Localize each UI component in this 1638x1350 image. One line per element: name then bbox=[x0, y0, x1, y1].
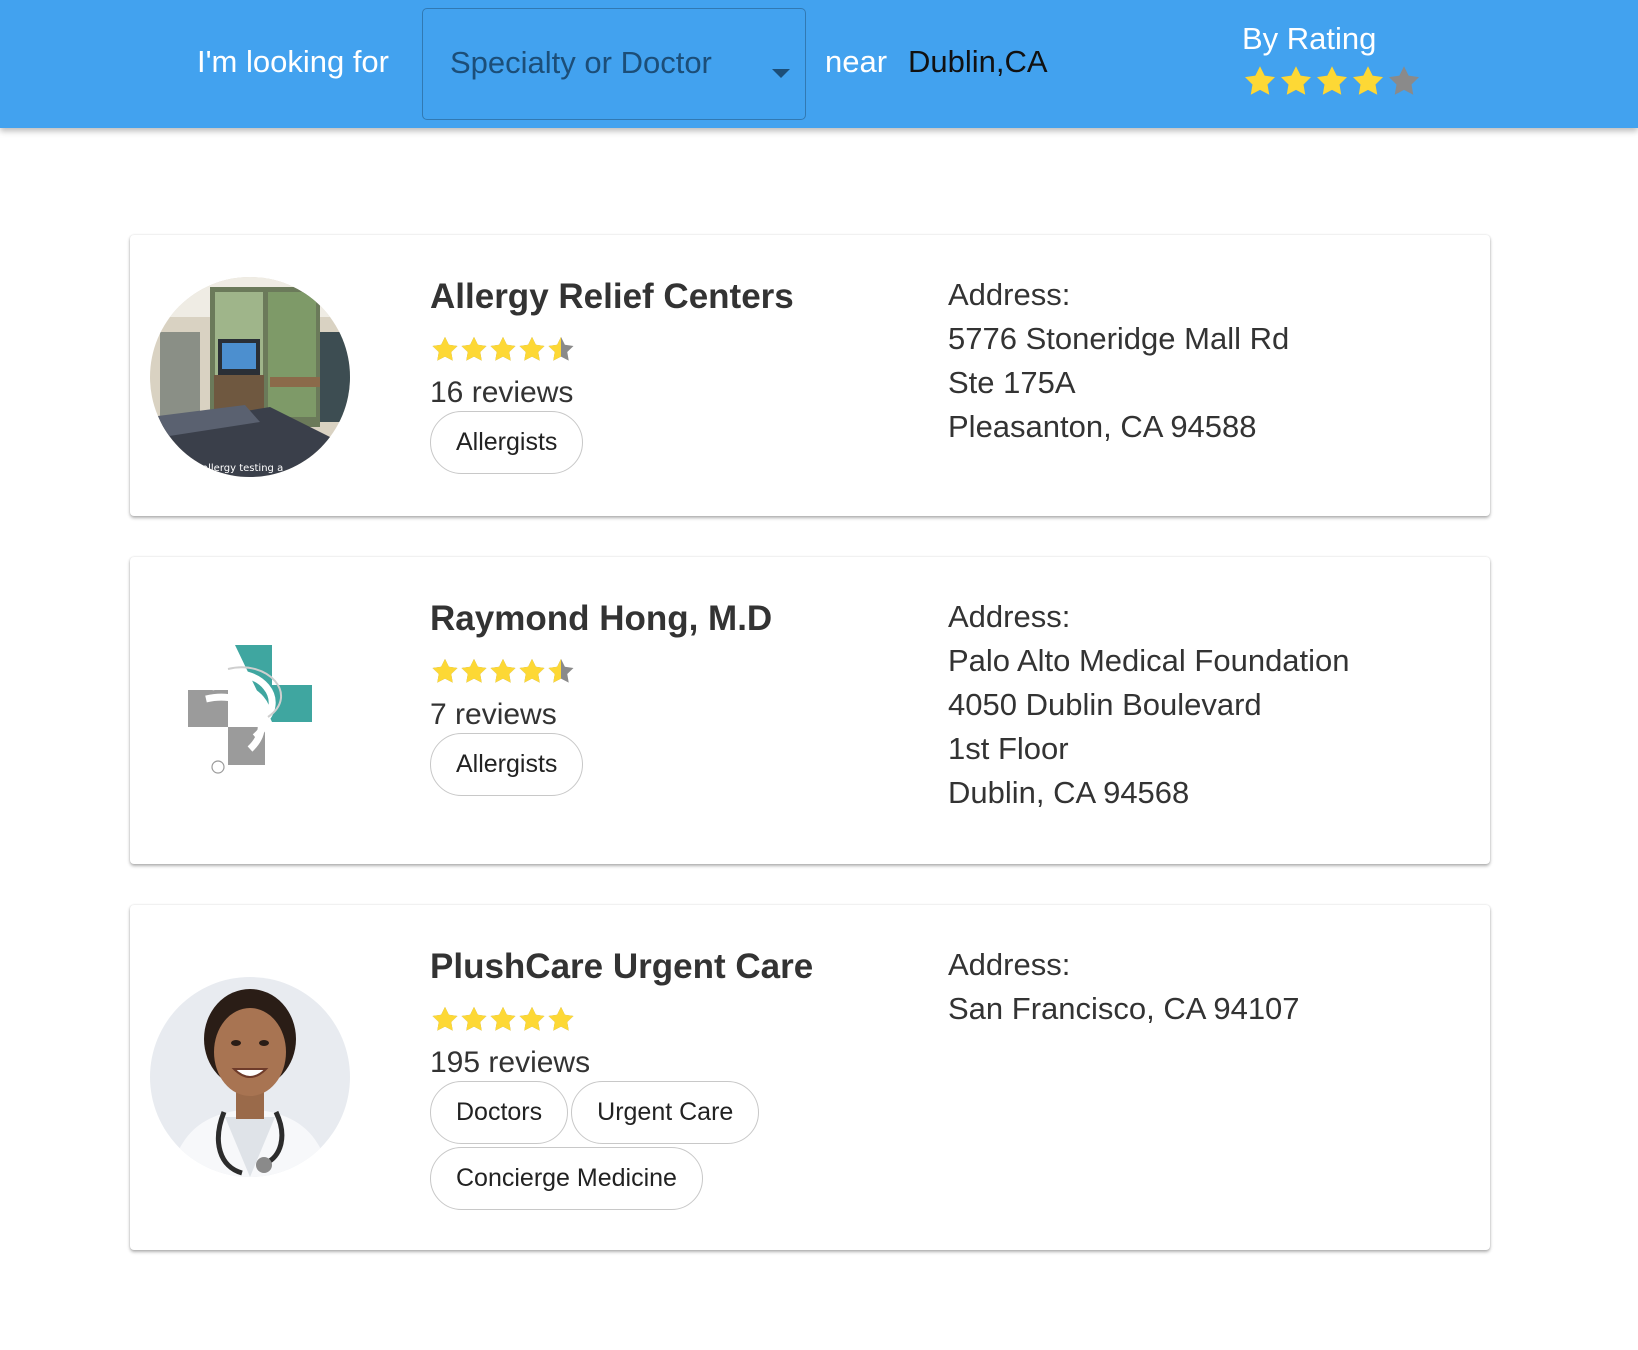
near-label: near bbox=[825, 44, 888, 79]
tag-chip[interactable]: Doctors bbox=[430, 1081, 569, 1144]
specialty-select[interactable]: Specialty or Doctor bbox=[422, 8, 806, 120]
address-block: Address: Palo Alto Medical Foundation 40… bbox=[948, 595, 1350, 815]
address-line: San Francisco, CA 94107 bbox=[948, 991, 1300, 1026]
photo-caption: allergy testing a bbox=[202, 463, 283, 474]
tag-chip[interactable]: Allergists bbox=[430, 733, 584, 796]
star-icon bbox=[459, 657, 488, 687]
result-rating-stars bbox=[430, 657, 575, 691]
tag-list: Doctors Urgent Care Concierge Medicine bbox=[430, 1081, 850, 1210]
review-count[interactable]: 7 reviews bbox=[430, 698, 557, 732]
star-icon bbox=[546, 657, 575, 687]
star-icon bbox=[1350, 64, 1386, 100]
star-icon bbox=[517, 335, 546, 365]
address-label: Address: bbox=[948, 277, 1071, 312]
star-icon bbox=[546, 335, 575, 365]
result-card[interactable]: Raymond Hong, M.D 7 reviews Allergists A… bbox=[130, 557, 1490, 864]
address-line: 5776 Stoneridge Mall Rd bbox=[948, 321, 1290, 356]
tag-chip[interactable]: Urgent Care bbox=[571, 1081, 760, 1144]
star-icon bbox=[546, 1005, 575, 1035]
star-icon bbox=[1242, 64, 1278, 100]
search-header: I'm looking for Specialty or Doctor near… bbox=[0, 0, 1638, 128]
address-line: 4050 Dublin Boulevard bbox=[948, 687, 1262, 722]
address-label: Address: bbox=[948, 947, 1071, 982]
star-icon bbox=[430, 335, 459, 365]
tag-list: Allergists bbox=[430, 411, 850, 474]
star-icon bbox=[459, 1005, 488, 1035]
result-card[interactable]: allergy testing a Allergy Relief Centers… bbox=[130, 235, 1490, 516]
sutter-health-logo bbox=[150, 605, 350, 805]
result-rating-stars bbox=[430, 1005, 575, 1039]
result-rating-stars bbox=[430, 335, 575, 369]
tag-list: Allergists bbox=[430, 733, 850, 796]
tag-chip[interactable]: Allergists bbox=[430, 411, 584, 474]
star-icon bbox=[1314, 64, 1350, 100]
address-line: Dublin, CA 94568 bbox=[948, 775, 1190, 810]
star-icon bbox=[488, 1005, 517, 1035]
star-icon bbox=[517, 1005, 546, 1035]
chevron-down-icon bbox=[772, 69, 790, 78]
result-name[interactable]: Raymond Hong, M.D bbox=[430, 599, 772, 639]
address-block: Address: 5776 Stoneridge Mall Rd Ste 175… bbox=[948, 273, 1289, 449]
address-block: Address: San Francisco, CA 94107 bbox=[948, 943, 1300, 1031]
clinic-room-photo: allergy testing a bbox=[150, 277, 350, 477]
star-icon bbox=[459, 335, 488, 365]
star-icon bbox=[488, 657, 517, 687]
star-icon bbox=[430, 657, 459, 687]
address-label: Address: bbox=[948, 599, 1071, 634]
looking-for-label: I'm looking for bbox=[197, 44, 389, 79]
address-line: Palo Alto Medical Foundation bbox=[948, 643, 1350, 678]
doctor-portrait-photo bbox=[150, 977, 350, 1177]
by-rating-label: By Rating bbox=[1242, 21, 1377, 56]
star-icon bbox=[488, 335, 517, 365]
review-count[interactable]: 195 reviews bbox=[430, 1046, 590, 1080]
star-icon bbox=[430, 1005, 459, 1035]
review-count[interactable]: 16 reviews bbox=[430, 376, 573, 410]
result-card[interactable]: PlushCare Urgent Care 195 reviews Doctor… bbox=[130, 905, 1490, 1250]
star-icon bbox=[1386, 64, 1422, 100]
address-line: Pleasanton, CA 94588 bbox=[948, 409, 1257, 444]
location-value[interactable]: Dublin,CA bbox=[908, 44, 1048, 80]
address-line: 1st Floor bbox=[948, 731, 1069, 766]
result-name[interactable]: PlushCare Urgent Care bbox=[430, 947, 813, 987]
address-line: Ste 175A bbox=[948, 365, 1076, 400]
rating-filter-stars[interactable] bbox=[1242, 64, 1422, 102]
star-icon bbox=[1278, 64, 1314, 100]
specialty-select-value: Specialty or Doctor bbox=[450, 45, 712, 80]
star-icon bbox=[517, 657, 546, 687]
tag-chip[interactable]: Concierge Medicine bbox=[430, 1147, 703, 1210]
result-name[interactable]: Allergy Relief Centers bbox=[430, 277, 794, 317]
